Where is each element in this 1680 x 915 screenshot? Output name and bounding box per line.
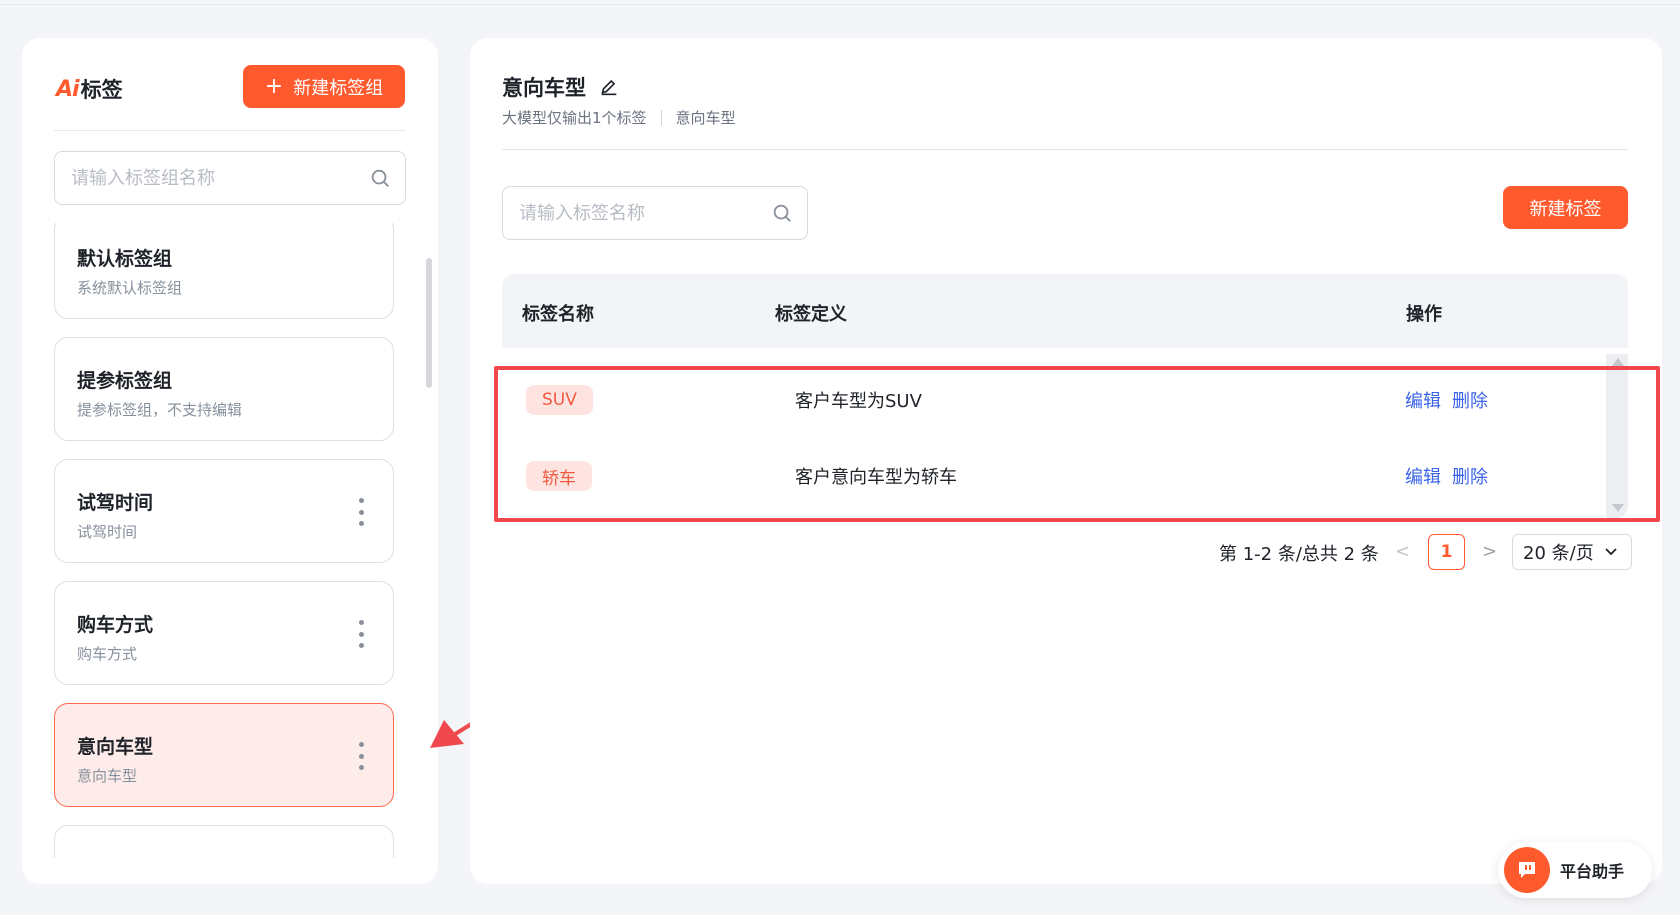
tag-group-search-input[interactable] [71,152,369,204]
column-header-definition: 标签定义 [775,304,847,325]
page-title-text: 意向车型 [502,76,586,100]
group-name-text: 意向车型 [675,109,736,127]
page-size-select[interactable]: 20 条/页 [1512,534,1632,570]
tag-group-name: 提参标签组 [77,370,173,392]
new-tag-button[interactable]: 新建标签 [1503,186,1628,229]
page-size-value: 20 条/页 [1523,543,1594,564]
tag-group-desc: 意向车型 [77,767,138,785]
table-row: SUV 客户车型为SUV 编辑 删除 [502,360,1604,441]
tag-group-name: 购车方式 [77,614,154,636]
more-vertical-icon[interactable] [357,498,365,526]
tag-pill: 轿车 [526,461,592,491]
column-header-tag-name: 标签名称 [522,304,594,325]
tag-group-card-test-drive-time[interactable]: 试驾时间 试驾时间 [54,459,394,563]
page-1-button[interactable]: 1 [1428,534,1465,570]
page-subtitle: 大模型仅输出1个标签 意向车型 [502,107,736,128]
tag-search-input[interactable] [519,187,771,239]
assistant-label: 平台助手 [1560,862,1625,881]
table-row: 轿车 客户意向车型为轿车 编辑 删除 [502,436,1604,517]
table-scrollbar[interactable] [1606,354,1628,518]
next-page-icon[interactable]: > [1482,541,1497,562]
pagination-total: 第 1-2 条/总共 2 条 [1219,544,1379,565]
output-mode-text: 大模型仅输出1个标签 [502,109,647,127]
tag-group-card-default[interactable]: 默认标签组 系统默认标签组 [54,223,394,319]
delete-link[interactable]: 删除 [1452,463,1488,489]
tag-table: 标签名称 标签定义 操作 SUV 客户车型为SUV 编辑 删除 轿车 客户意向车… [502,274,1628,518]
search-icon[interactable] [369,167,391,189]
tag-group-card-purchase-method[interactable]: 购车方式 购车方式 [54,581,394,685]
subtitle-separator [660,109,662,126]
search-icon[interactable] [771,202,793,224]
scroll-up-icon[interactable] [1612,358,1624,366]
tag-group-desc: 购车方式 [77,645,138,663]
column-header-actions: 操作 [1406,304,1442,325]
tag-definition: 客户车型为SUV [795,391,922,412]
chat-bubble-icon [1504,847,1550,893]
page-title: 意向车型 [502,72,620,102]
plus-icon: + [264,73,284,99]
more-vertical-icon[interactable] [357,620,365,648]
edit-link[interactable]: 编辑 [1405,387,1441,413]
tag-detail-panel: 意向车型 大模型仅输出1个标签 意向车型 新建标签 标签名称 标签定义 操作 S… [470,38,1662,884]
tag-group-card-params[interactable]: 提参标签组 提参标签组，不支持编辑 [54,337,394,441]
tag-definition: 客户意向车型为轿车 [795,467,957,488]
tag-group-panel: Ai 标签 + 新建标签组 默认标签组 系统默认标签组 提参标签组 提参标签组，… [22,38,438,884]
brand-title: 标签 [80,78,123,102]
tag-group-name: 意向车型 [77,736,154,758]
table-header: 标签名称 标签定义 操作 [502,274,1628,348]
scroll-down-icon[interactable] [1612,504,1624,512]
tag-group-desc: 提参标签组，不支持编辑 [77,401,243,419]
divider [502,149,1628,150]
tag-group-desc: 系统默认标签组 [77,279,183,297]
delete-link[interactable]: 删除 [1452,387,1488,413]
tag-group-desc: 试驾时间 [77,523,138,541]
new-tag-group-label: 新建标签组 [293,77,384,99]
tag-group-search [54,151,406,205]
prev-page-icon[interactable]: < [1395,541,1410,562]
more-vertical-icon[interactable] [357,742,365,770]
pencil-icon[interactable] [598,76,620,98]
tag-search [502,186,808,240]
top-divider [0,4,1680,5]
chevron-down-icon [1605,548,1617,556]
tag-group-list: 默认标签组 系统默认标签组 提参标签组 提参标签组，不支持编辑 试驾时间 试驾时… [54,223,394,858]
brand: Ai 标签 [56,74,123,104]
left-scrollbar[interactable] [426,258,432,388]
tag-pill: SUV [526,385,593,415]
tag-group-card-next[interactable] [54,825,394,858]
tag-group-name: 试驾时间 [77,492,154,514]
platform-assistant-button[interactable]: 平台助手 [1498,842,1652,898]
edit-link[interactable]: 编辑 [1405,463,1441,489]
tag-group-name: 默认标签组 [77,248,173,270]
divider [54,130,406,131]
tag-group-card-intended-model[interactable]: 意向车型 意向车型 [54,703,394,807]
ai-logo-icon: Ai [56,76,80,102]
new-tag-group-button[interactable]: + 新建标签组 [243,65,405,108]
